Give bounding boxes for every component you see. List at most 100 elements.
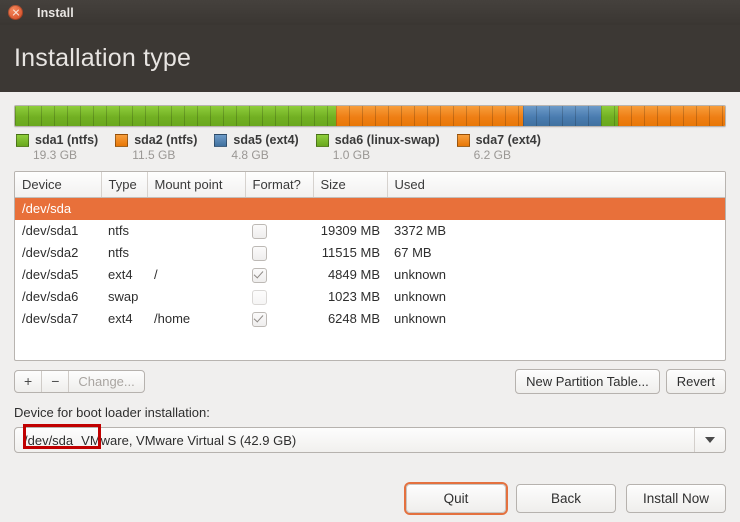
table-row-disk[interactable]: /dev/sda [15, 198, 725, 220]
legend-color-swatch [16, 134, 29, 147]
partition-table-actions: New Partition Table... Revert [515, 369, 726, 394]
bootloader-device-description: VMware, VMware Virtual S (42.9 GB) [81, 433, 694, 448]
cell-mount [147, 220, 245, 242]
bootloader-device-value: /dev/sda [15, 433, 81, 448]
back-button[interactable]: Back [516, 484, 616, 513]
footer-actions: Quit Back Install Now [406, 484, 726, 513]
cell-mount: / [147, 264, 245, 286]
close-icon[interactable] [8, 5, 23, 20]
window-title: Install [37, 6, 74, 20]
cell-size: 6248 MB [313, 308, 387, 330]
legend-color-swatch [214, 134, 227, 147]
cell-size: 11515 MB [313, 242, 387, 264]
add-partition-button[interactable]: + [15, 371, 42, 392]
legend-label: sda6 (linux-swap) [335, 133, 440, 147]
partition-segment-sda7 [618, 106, 725, 126]
cell-mount: /home [147, 308, 245, 330]
legend-size: 11.5 GB [132, 148, 197, 162]
new-partition-table-button[interactable]: New Partition Table... [515, 369, 660, 394]
partition-legend: sda1 (ntfs)19.3 GB sda2 (ntfs)11.5 GB sda5… [14, 133, 726, 162]
column-header-size[interactable]: Size [313, 172, 387, 198]
table-header-row: Device Type Mount point Format? Size Use… [15, 172, 725, 198]
remove-partition-button[interactable]: − [42, 371, 69, 392]
legend-label: sda1 (ntfs) [35, 133, 98, 147]
column-header-format[interactable]: Format? [245, 172, 313, 198]
legend-item: sda5 (ext4)4.8 GB [214, 133, 298, 162]
cell-used: unknown [387, 308, 725, 330]
table-row[interactable]: /dev/sda7ext4/home 6248 MBunknown [15, 308, 725, 330]
column-header-type[interactable]: Type [101, 172, 147, 198]
partition-segment-sda2 [336, 106, 523, 126]
cell-type: ext4 [101, 264, 147, 286]
legend-item: sda1 (ntfs)19.3 GB [16, 133, 98, 162]
legend-label: sda5 (ext4) [233, 133, 298, 147]
cell-device: /dev/sda2 [15, 242, 101, 264]
page-title: Installation type [14, 44, 191, 73]
cell-used: 3372 MB [387, 220, 725, 242]
partition-segment-sda5 [523, 106, 602, 126]
cell-device: /dev/sda6 [15, 286, 101, 308]
disk-name: /dev/sda [15, 198, 725, 220]
column-header-used[interactable]: Used [387, 172, 725, 198]
partition-table: Device Type Mount point Format? Size Use… [15, 172, 725, 330]
change-partition-button[interactable]: Change... [69, 371, 143, 392]
window-titlebar: Install [0, 0, 740, 25]
partition-table-container[interactable]: Device Type Mount point Format? Size Use… [14, 171, 726, 361]
bootloader-row: /dev/sda VMware, VMware Virtual S (42.9 … [14, 427, 726, 453]
bootloader-label: Device for boot loader installation: [14, 405, 726, 420]
format-checkbox[interactable] [252, 312, 267, 327]
legend-item: sda6 (linux-swap)1.0 GB [316, 133, 440, 162]
cell-size: 19309 MB [313, 220, 387, 242]
legend-size: 19.3 GB [33, 148, 98, 162]
partition-segment-sda1 [15, 106, 336, 126]
legend-item: sda7 (ext4)6.2 GB [457, 133, 541, 162]
cell-mount [147, 242, 245, 264]
cell-format-checkbox[interactable] [245, 242, 313, 264]
chevron-down-icon[interactable] [694, 428, 725, 452]
legend-color-swatch [115, 134, 128, 147]
install-now-button[interactable]: Install Now [626, 484, 726, 513]
cell-format-checkbox[interactable] [245, 308, 313, 330]
table-row[interactable]: /dev/sda6swap1023 MBunknown [15, 286, 725, 308]
legend-color-swatch [316, 134, 329, 147]
cell-used: 67 MB [387, 242, 725, 264]
legend-size: 6.2 GB [474, 148, 541, 162]
cell-type: ntfs [101, 220, 147, 242]
column-header-device[interactable]: Device [15, 172, 101, 198]
cell-device: /dev/sda1 [15, 220, 101, 242]
main-content: sda1 (ntfs)19.3 GB sda2 (ntfs)11.5 GB sda5… [0, 92, 740, 522]
cell-format-checkbox[interactable] [245, 286, 313, 308]
quit-button[interactable]: Quit [406, 484, 506, 513]
cell-mount [147, 286, 245, 308]
legend-color-swatch [457, 134, 470, 147]
cell-type: ext4 [101, 308, 147, 330]
bootloader-device-select[interactable]: /dev/sda VMware, VMware Virtual S (42.9 … [14, 427, 726, 453]
format-checkbox[interactable] [252, 246, 267, 261]
cell-device: /dev/sda7 [15, 308, 101, 330]
legend-label: sda7 (ext4) [476, 133, 541, 147]
cell-type: ntfs [101, 242, 147, 264]
cell-used: unknown [387, 286, 725, 308]
cell-format-checkbox[interactable] [245, 264, 313, 286]
table-row[interactable]: /dev/sda2ntfs 11515 MB67 MB [15, 242, 725, 264]
cell-format-checkbox[interactable] [245, 220, 313, 242]
format-checkbox[interactable] [252, 224, 267, 239]
partition-segment-sda6 [601, 106, 618, 126]
cell-device: /dev/sda5 [15, 264, 101, 286]
page-header: Installation type [0, 25, 740, 92]
cell-used: unknown [387, 264, 725, 286]
partition-toolbar: + − Change... New Partition Table... Rev… [14, 369, 726, 394]
format-checkbox[interactable] [252, 268, 267, 283]
column-header-mount[interactable]: Mount point [147, 172, 245, 198]
partition-usage-bar [14, 105, 726, 127]
partition-edit-buttons: + − Change... [14, 370, 145, 393]
format-checkbox[interactable] [252, 290, 267, 305]
table-row[interactable]: /dev/sda1ntfs 19309 MB3372 MB [15, 220, 725, 242]
legend-size: 4.8 GB [231, 148, 298, 162]
cell-type: swap [101, 286, 147, 308]
table-row[interactable]: /dev/sda5ext4/ 4849 MBunknown [15, 264, 725, 286]
legend-size: 1.0 GB [333, 148, 440, 162]
cell-size: 4849 MB [313, 264, 387, 286]
revert-button[interactable]: Revert [666, 369, 726, 394]
legend-item: sda2 (ntfs)11.5 GB [115, 133, 197, 162]
